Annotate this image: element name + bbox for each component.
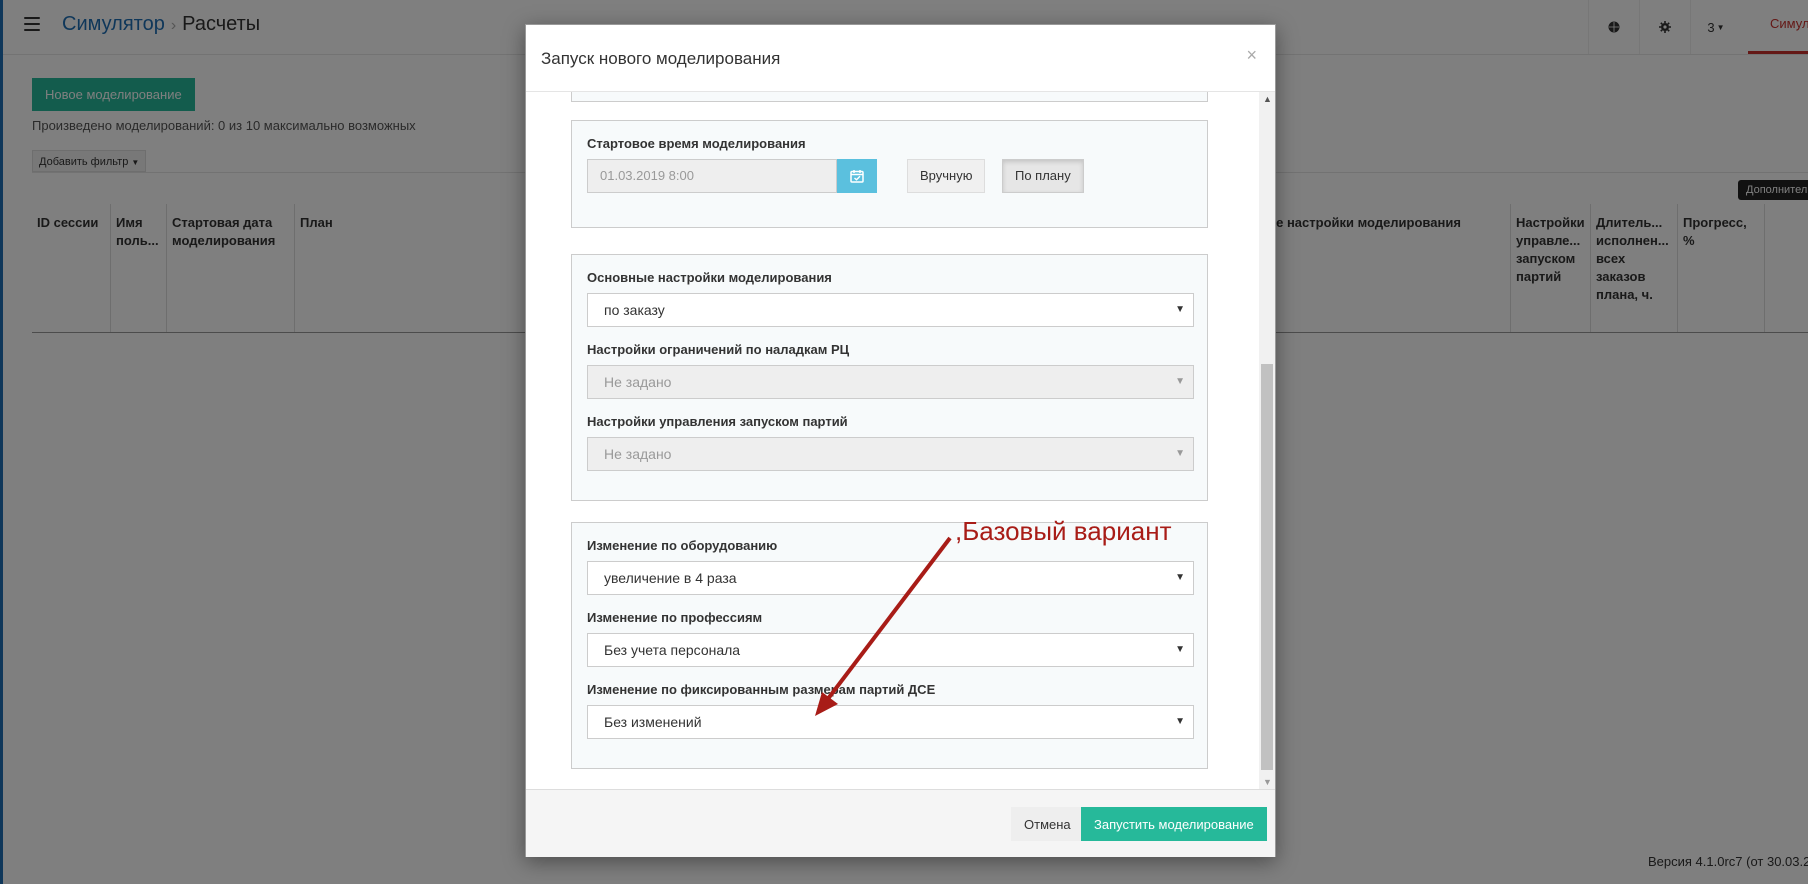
batches-select[interactable]: Без изменений ▼ <box>587 705 1194 739</box>
professions-select[interactable]: Без учета персонала ▼ <box>587 633 1194 667</box>
cancel-button[interactable]: Отмена <box>1011 807 1084 841</box>
main-settings-select[interactable]: по заказу ▼ <box>587 293 1194 327</box>
caret-down-icon: ▼ <box>1175 448 1185 459</box>
professions-label: Изменение по профессиям <box>587 610 763 625</box>
annotation-text: ,Базовый вариант <box>955 516 1172 546</box>
batch-control-label: Настройки управления запуском партий <box>587 414 848 429</box>
setup-limits-select: Не задано ▼ <box>587 365 1194 399</box>
scroll-down-icon[interactable]: ▼ <box>1263 777 1272 787</box>
caret-down-icon: ▼ <box>1175 376 1185 387</box>
calendar-button[interactable] <box>837 159 877 193</box>
main-settings-value: по заказу <box>604 302 665 318</box>
batches-value: Без изменений <box>604 714 702 730</box>
section-previous <box>571 92 1208 102</box>
main-settings-label: Основные настройки моделирования <box>587 270 832 285</box>
by-plan-button[interactable]: По плану <box>1002 159 1084 193</box>
modal-scrollbar[interactable]: ▲ ▼ <box>1259 92 1275 789</box>
equipment-select[interactable]: увеличение в 4 раза ▼ <box>587 561 1194 595</box>
modal-header: Запуск нового моделирования × <box>526 25 1275 92</box>
batch-control-value: Не задано <box>604 446 672 462</box>
start-time-label: Стартовое время моделирования <box>587 136 806 151</box>
equipment-label: Изменение по оборудованию <box>587 538 778 553</box>
setup-limits-label: Настройки ограничений по наладкам РЦ <box>587 342 850 357</box>
new-simulation-modal: Запуск нового моделирования × Стартовое … <box>525 24 1276 857</box>
section-changes: Изменение по оборудованию увеличение в 4… <box>571 522 1208 769</box>
setup-limits-value: Не задано <box>604 374 672 390</box>
calendar-icon <box>850 170 864 183</box>
modal-body: Стартовое время моделирования 01.03.2019… <box>526 92 1275 789</box>
scrollbar-thumb[interactable] <box>1261 364 1273 770</box>
modal-footer: Отмена Запустить моделирование <box>526 789 1275 857</box>
caret-down-icon: ▼ <box>1175 644 1185 655</box>
section-main-settings: Основные настройки моделирования по зака… <box>571 254 1208 501</box>
caret-down-icon: ▼ <box>1175 304 1185 315</box>
scroll-up-icon[interactable]: ▲ <box>1263 94 1272 104</box>
equipment-value: увеличение в 4 раза <box>604 570 737 586</box>
close-icon[interactable]: × <box>1246 45 1257 66</box>
professions-value: Без учета персонала <box>604 642 741 658</box>
run-simulation-button[interactable]: Запустить моделирование <box>1081 807 1267 841</box>
batches-label: Изменение по фиксированным размерам парт… <box>587 682 936 697</box>
modal-title: Запуск нового моделирования <box>541 49 781 68</box>
start-time-input: 01.03.2019 8:00 <box>587 159 837 193</box>
caret-down-icon: ▼ <box>1175 572 1185 583</box>
manual-button[interactable]: Вручную <box>907 159 986 193</box>
batch-control-select: Не задано ▼ <box>587 437 1194 471</box>
section-start-time: Стартовое время моделирования 01.03.2019… <box>571 120 1208 228</box>
caret-down-icon: ▼ <box>1175 716 1185 727</box>
